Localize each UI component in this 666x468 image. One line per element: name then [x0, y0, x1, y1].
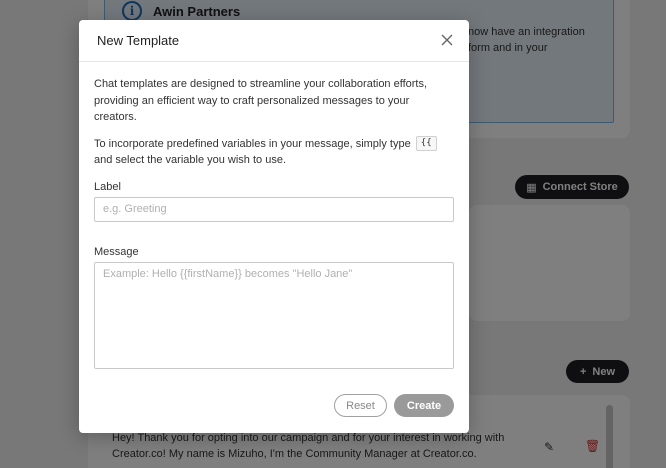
message-field-label: Message [94, 245, 139, 258]
label-input[interactable] [94, 196, 454, 222]
variables-trigger-chip: {{ [415, 136, 437, 152]
message-textarea[interactable] [94, 261, 454, 369]
new-template-modal: New Template Chat templates are designed… [79, 20, 469, 433]
variables-hint: To incorporate predefined variables in y… [94, 136, 454, 169]
modal-description: Chat templates are designed to streamlin… [94, 78, 428, 123]
modal-body: Chat templates are designed to streamlin… [79, 62, 469, 374]
modal-actions: Reset Create [334, 394, 454, 417]
close-icon[interactable] [439, 32, 455, 48]
modal-title: New Template [97, 33, 180, 48]
reset-button[interactable]: Reset [334, 394, 387, 417]
create-button[interactable]: Create [394, 394, 454, 417]
label-field-label: Label [94, 180, 121, 193]
modal-header: New Template [79, 20, 469, 62]
variables-hint-after: and select the variable you wish to use. [94, 154, 287, 166]
variables-hint-before: To incorporate predefined variables in y… [94, 137, 411, 150]
